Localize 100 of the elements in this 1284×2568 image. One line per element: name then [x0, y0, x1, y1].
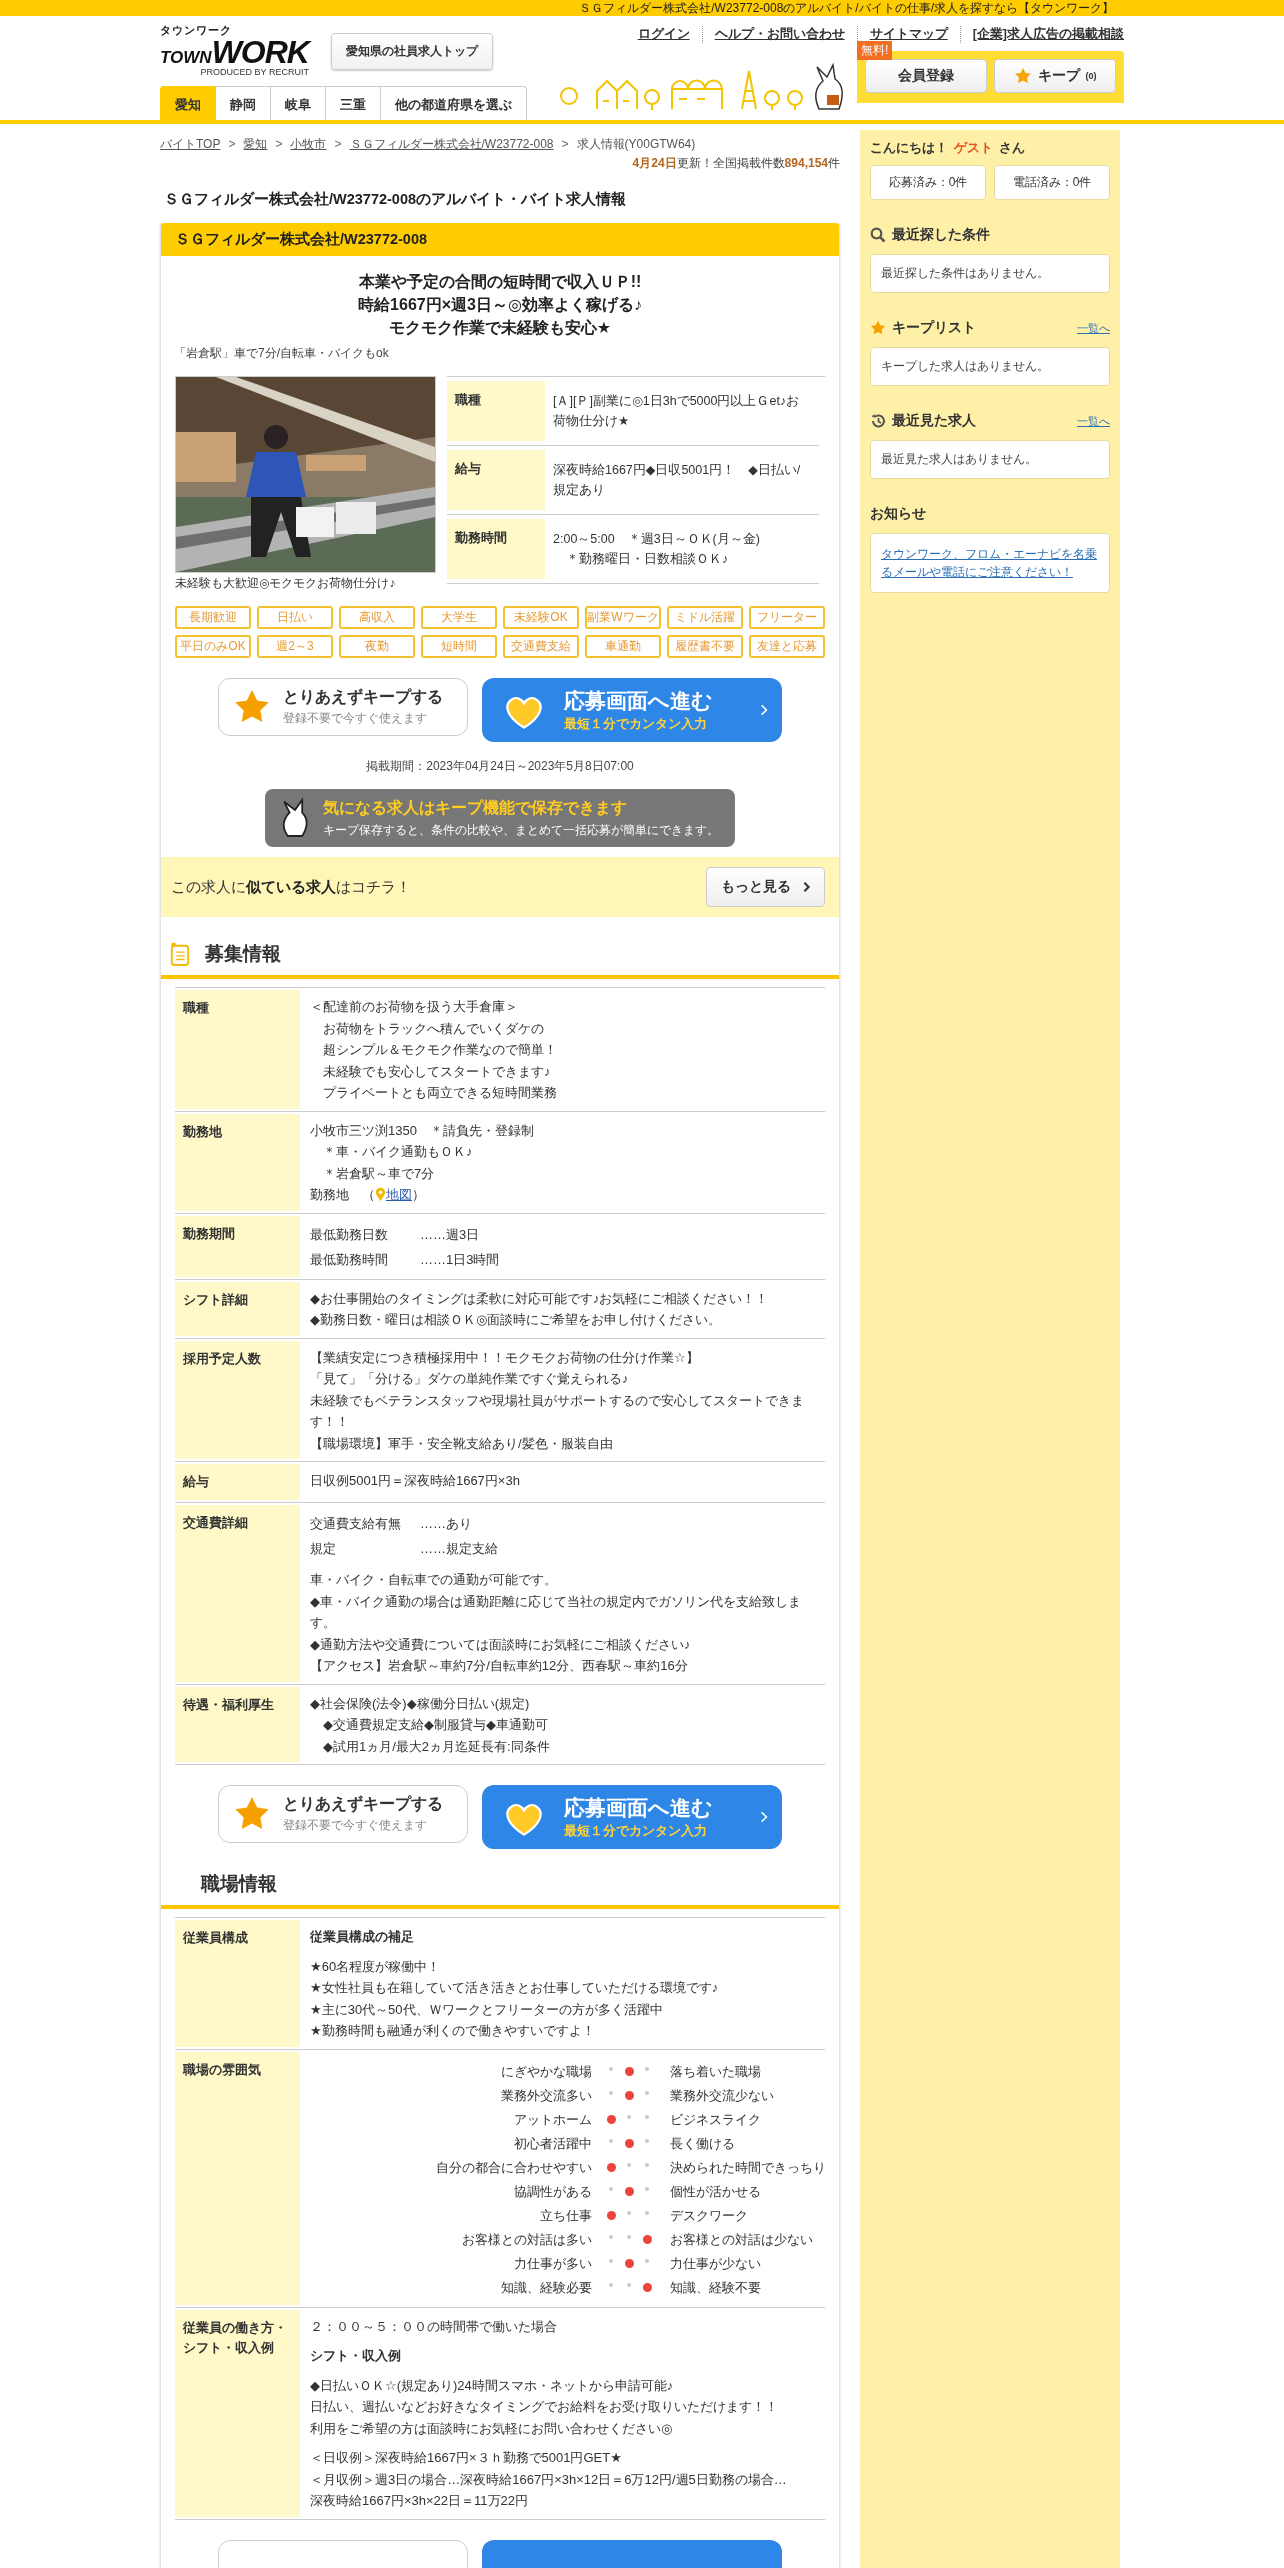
breadcrumb-separator: >: [334, 137, 342, 151]
summary-label: 職種: [447, 381, 545, 441]
catch-copy: モクモク作業で未経験も安心★: [387, 318, 613, 338]
row-label: 給与: [175, 1464, 300, 1500]
scale-left-label: 力仕事が多い: [513, 2254, 593, 2273]
top-bar-text: ＳＧフィルダー株式会社/W23772-008のアルバイト/バイトの仕事/求人を探すなら【タウンワーク】: [579, 0, 1114, 17]
count-box[interactable]: 応募済み：0件: [870, 165, 986, 200]
pref-top-button[interactable]: 愛知県の社員求人トップ: [330, 32, 493, 70]
scale-left-label: 自分の都合に合わせやすい: [435, 2158, 593, 2177]
update-info: 4月24日更新！全国掲載件数894,154件: [632, 156, 840, 170]
history-icon: [870, 413, 886, 429]
row-label: 職種: [175, 990, 300, 1109]
row-label: 勤務期間: [175, 1215, 300, 1277]
scale-right-label: 長く働ける: [669, 2134, 735, 2153]
scale-right-label: 決められた時間できっちり: [669, 2158, 826, 2177]
scale-right-label: 知識、経験不要: [669, 2278, 761, 2297]
breadcrumb-link[interactable]: ＳＧフィルダー株式会社/W23772-008: [349, 137, 554, 151]
member-register-button[interactable]: 会員登録: [865, 59, 987, 93]
breadcrumb-separator: >: [275, 137, 283, 151]
row-text: ◆日払いＯＫ☆(規定あり)24時間スマホ・ネットから申請可能♪ 日払い、週払いなどお好きなタイミングでお給料をお受け取りいただけます！！ 利用をご希望の方は面談時にお気軽にお問い合わせください◎: [310, 2376, 779, 2438]
access-text: 「岩倉駅」車で7分/自転車・バイクもok: [174, 345, 390, 362]
scale-right-label: デスクワーク: [669, 2206, 748, 2225]
sidebar-heading: キープリスト: [892, 319, 977, 337]
item-value: ……あり: [420, 1515, 472, 1533]
header-link[interactable]: [企業]求人広告の掲載相談: [959, 26, 1124, 43]
row-label: 交通費詳細: [175, 1505, 300, 1682]
catch-copy: 本業や予定の合間の短時間で収入ＵＰ!!: [357, 272, 643, 292]
pin-icon: [375, 1187, 386, 1203]
item-value: ……規定支給: [420, 1540, 498, 1558]
summary-label: 給与: [447, 450, 545, 510]
page-title: ＳＧフィルダー株式会社/W23772-008のアルバイト・バイト求人情報: [164, 190, 628, 209]
keep-button[interactable]: とりあえずキープする 登録不要で今すぐ使えます: [218, 1785, 468, 1843]
row-text: ＜日収例＞深夜時給1667円×３ｈ勤務で5001円GET★ ＜月収例＞週3日の場合…深夜時給1667円×3h×12日＝6万12円/週5日勤務の場合… 深夜時給1667円×3h×22日＝11万22円: [310, 2449, 788, 2510]
greeting-text: こんにちは！: [870, 140, 948, 157]
breadcrumb-link[interactable]: 愛知: [243, 137, 268, 151]
breadcrumb-link[interactable]: 小牧市: [290, 137, 327, 151]
greeting-suffix: さん: [999, 140, 1025, 157]
search-icon: [870, 227, 886, 243]
row-text: ＜配達前のお荷物を扱う大手倉庫＞ お荷物をトラックへ積んでいくダケの 超シンプル＆モクモク作業なので簡単！ 未経験でも安心してスタートできます♪ プライベートとも両立できる短時間業務: [310, 998, 558, 1102]
keep-button[interactable]: とりあえずキープする 登録不要で今すぐ使えます: [218, 678, 468, 736]
sidebar-heading: 最近探した条件: [892, 226, 991, 244]
map-link[interactable]: 地図: [386, 1184, 412, 1206]
row-text: 【業績安定につき積極採用中！！モクモクお荷物の仕分け作業☆】 「見て」「分ける」ダケの単純作業ですぐ覚えられる♪ 未経験でもベテランスタッフや現場社員がサポートするので安心してスタートできます！！ 【職場環境】軍手・安全靴支給あり/髪色・服装自由: [310, 1348, 805, 1453]
star-icon: [870, 320, 886, 336]
scale-left-label: にぎやかな職場: [500, 2062, 593, 2081]
chevron-icon: [760, 703, 768, 717]
item-name: 最低勤務日数: [310, 1225, 389, 1244]
count-box[interactable]: 電話済み：0件: [994, 165, 1110, 200]
row-label: 勤務地: [175, 1113, 300, 1211]
posting-period: 掲載期間：2023年04月24日～2023年5月8日07:00: [365, 758, 635, 775]
keep-list-button[interactable]: キープ (0): [994, 59, 1116, 93]
view-all-link[interactable]: 一覧へ: [1077, 320, 1110, 336]
apply-button[interactable]: 応募画面へ進む 最短１分でカンタン入力: [482, 678, 782, 742]
scale-left-label: アットホーム: [513, 2110, 593, 2129]
scale-left-label: お客様との対話は多い: [461, 2230, 593, 2249]
row-label: 従業員構成: [175, 1920, 300, 2047]
map-bracket: ）: [412, 1186, 425, 1204]
more-button[interactable]: もっと見る: [706, 867, 825, 907]
scale-right-label: 落ち着いた職場: [669, 2062, 761, 2081]
user-name: ゲスト: [954, 140, 993, 157]
row-subheading: シフト・収入例: [310, 2347, 402, 2365]
header-link[interactable]: ヘルプ・お問い合わせ: [701, 26, 857, 43]
row-label: 職場の雰囲気: [175, 2051, 300, 2305]
banner-title: 気になる求人はキープ機能で保存できます: [323, 797, 628, 819]
sidebar-heading: お知らせ: [870, 505, 927, 523]
breadcrumb-separator: >: [561, 137, 569, 151]
row-text: ◆お仕事開始のタイミングは柔軟に対応可能です♪お気軽にご相談ください！！ ◆勤務日数・曜日は相談ＯＫ◎面談時にご希望をお申し付けください。: [310, 1289, 770, 1329]
item-name: 最低勤務時間: [310, 1250, 389, 1269]
clipboard-icon: [169, 941, 191, 967]
company-title-bar: ＳＧフィルダー株式会社/W23772-008: [161, 223, 839, 256]
scale-left-label: 業務外交流多い: [500, 2086, 593, 2105]
row-text: ２：００～５：００の時間帯で働いた場合: [310, 2317, 558, 2336]
empty-message: キープした求人はありません。: [881, 360, 1049, 372]
row-subheading: 従業員構成の補足: [310, 1928, 415, 1946]
empty-message: 最近探した条件はありません。: [881, 267, 1049, 279]
scale-right-label: 力仕事が少ない: [669, 2254, 761, 2273]
summary-value: [Ａ][Ｐ]副業に◎1日3hで5000円以上Ｇet♪お荷物仕分け★: [552, 393, 801, 430]
row-label: 待遇・福利厚生: [175, 1686, 300, 1762]
header-link[interactable]: ログイン: [625, 26, 702, 43]
row-label: 従業員の働き方・シフト・収入例: [175, 2309, 300, 2517]
map-label: 勤務地 （: [310, 1186, 375, 1204]
row-label: シフト詳細: [175, 1281, 300, 1336]
scale-right-label: 個性が活かせる: [669, 2182, 761, 2201]
row-text: ★60名程度が稼働中！ ★女性社員も在籍していて活き活きとお仕事していただける環境です♪ ★主に30代～50代、Ｗワークとフリーターの方が多く活躍中 ★勤務時間も融通が利くので働きやすいですよ！: [310, 1957, 720, 2040]
item-value: ……週3日: [420, 1225, 480, 1244]
view-all-link[interactable]: 一覧へ: [1077, 413, 1110, 429]
row-text: 日収例5001円＝深夜時給1667円×3h: [310, 1472, 521, 1490]
item-name: 規定: [310, 1540, 337, 1558]
row-text: ◆社会保険(法令)◆稼働分日払い(規定) ◆交通費規定支給◆制服貸与◆車通勤可 ◆試用1ヵ月/最大2ヵ月迄延長有:同条件: [310, 1694, 551, 1756]
scale-right-label: お客様との対話は少ない: [669, 2230, 813, 2249]
page-location-text: 求人情報(Y00GTW64): [576, 137, 696, 151]
breadcrumb-separator: >: [228, 137, 236, 151]
breadcrumb-link[interactable]: バイトTOP: [160, 137, 221, 151]
apply-button[interactable]: 応募画面へ進む 最短１分でカンタン入力: [482, 1785, 782, 1849]
summary-value: 2:00～5:00 ＊週3日～ＯＫ(月～金) ＊勤務曜日・日数相談ＯＫ♪: [552, 531, 761, 568]
scale-left-label: 初心者活躍中: [513, 2134, 593, 2153]
section-heading: 募集情報: [161, 941, 839, 979]
sidebar-heading: 最近見た求人: [892, 412, 977, 430]
row-text: 小牧市三ツ渕1350 ＊請負先・登録制 ＊車・バイク通勤もＯＫ♪ ＊岩倉駅～車で7分: [310, 1121, 535, 1183]
summary-value: 深夜時給1667円◆日収5001円！ ◆日払い/規定あり: [552, 462, 802, 499]
